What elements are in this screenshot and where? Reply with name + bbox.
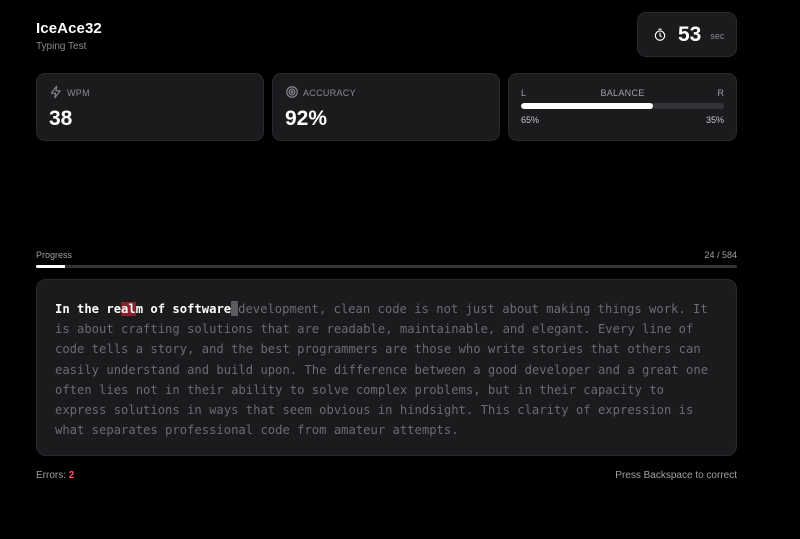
backspace-hint: Press Backspace to correct <box>615 470 737 481</box>
error-text: al <box>121 302 136 316</box>
progress-label: Progress <box>36 250 73 260</box>
wpm-value: 38 <box>49 107 73 130</box>
timer-unit: sec <box>710 30 725 41</box>
typed-text: In the re <box>55 302 122 316</box>
wpm-label: WPM <box>67 88 90 98</box>
balance-card: L BALANCE R 65% 35% <box>508 73 737 141</box>
accuracy-card: ACCURACY 92% <box>272 73 500 141</box>
timer-value: 53 <box>678 22 702 46</box>
page-subtitle: Typing Test <box>36 41 87 52</box>
balance-right-percent: 35% <box>705 115 724 125</box>
balance-right-key: R <box>717 88 725 98</box>
balance-bar-fill <box>521 103 653 109</box>
accuracy-label: ACCURACY <box>303 88 356 98</box>
error-counter: Errors: 2 <box>36 470 74 481</box>
typed-text: m of software <box>135 302 232 316</box>
errors-count: 2 <box>68 470 75 481</box>
progress-count: 24 / 584 <box>704 250 737 260</box>
errors-label: Errors: <box>36 470 66 481</box>
lightning-icon <box>50 85 61 99</box>
target-icon <box>286 86 298 98</box>
header: IceAce32 Typing Test <box>36 20 102 52</box>
username: IceAce32 <box>36 20 102 37</box>
balance-left-percent: 65% <box>521 115 540 125</box>
remaining-text: development, clean code is not just abou… <box>55 302 716 438</box>
balance-bar <box>521 103 724 109</box>
typing-area[interactable]: In the realm of software development, cle… <box>36 279 737 456</box>
accuracy-value: 92% <box>285 107 328 130</box>
balance-label: BALANCE <box>600 88 645 98</box>
stopwatch-icon <box>654 28 666 41</box>
progress-bar-fill <box>36 265 65 268</box>
timer-panel: 53 sec <box>637 12 737 57</box>
passage-text: In the realm of software development, cle… <box>55 299 718 440</box>
wpm-card: WPM 38 <box>36 73 264 141</box>
progress-bar <box>36 265 737 268</box>
